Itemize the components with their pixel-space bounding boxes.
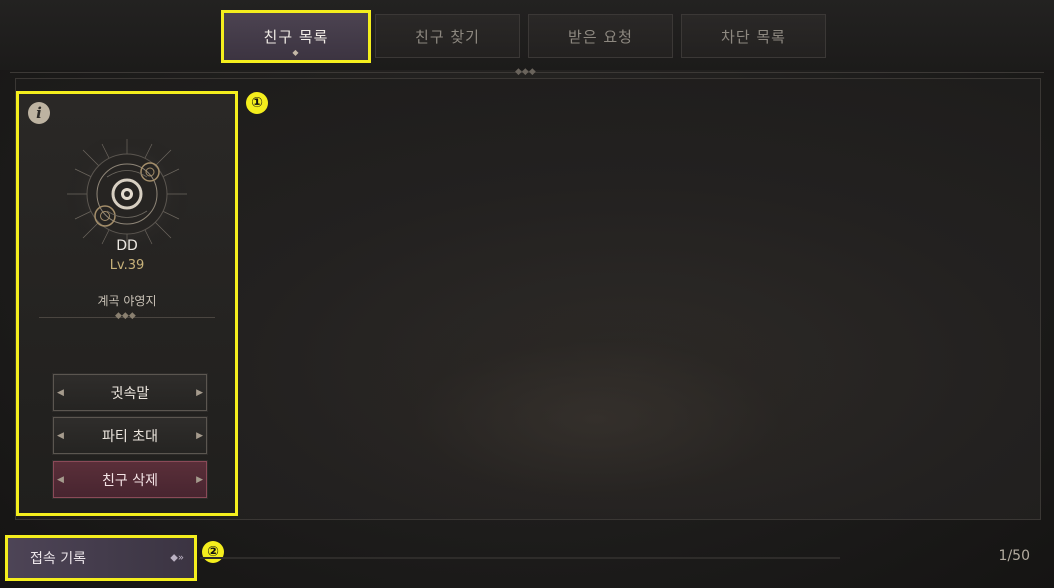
friends-screen: 친구 목록 ◆ 친구 찾기 받은 요청 차단 목록 ◆◆◆ i DD Lv.39… <box>0 0 1054 588</box>
tab-received-requests[interactable]: 받은 요청 <box>528 14 673 58</box>
info-icon[interactable]: i <box>28 102 50 124</box>
friend-level: Lv.39 <box>109 258 145 273</box>
friend-card[interactable]: i DD Lv.39 계곡 야영지 ◆◆◆ ◀ 귓속말 ▶ ◀ 파티 초대 ▶ … <box>16 91 238 516</box>
top-divider: ◆◆◆ <box>10 67 1044 77</box>
friend-location: 계곡 야영지 <box>97 294 157 308</box>
tab-block-list[interactable]: 차단 목록 <box>681 14 826 58</box>
corner-ornament-icon: ◀ <box>57 474 64 485</box>
diamond-ornament-icon: ◆ <box>292 48 300 57</box>
remove-friend-button[interactable]: ◀ 친구 삭제 ▶ <box>52 460 208 499</box>
tab-bar: 친구 목록 ◆ 친구 찾기 받은 요청 차단 목록 <box>0 0 1054 70</box>
login-history-button[interactable]: 접속 기록 ◆» <box>5 535 197 581</box>
tab-friend-list[interactable]: 친구 목록 ◆ <box>221 10 371 63</box>
background-scene <box>336 309 856 509</box>
login-history-label: 접속 기록 <box>30 551 86 567</box>
party-invite-button[interactable]: ◀ 파티 초대 ▶ <box>52 416 208 455</box>
whisper-button[interactable]: ◀ 귓속말 ▶ <box>52 373 208 412</box>
callout-badge-2: ② <box>202 541 224 563</box>
friend-name: DD <box>116 238 138 254</box>
friend-count: 1/50 <box>998 548 1030 564</box>
tab-label: 친구 목록 <box>263 28 329 46</box>
corner-ornament-icon: ▶ <box>196 474 203 485</box>
tab-label: 받은 요청 <box>568 27 633 46</box>
callout-badge-1: ① <box>246 92 268 114</box>
card-divider: ◆◆◆ <box>39 311 215 321</box>
corner-ornament-icon: ◀ <box>57 387 64 398</box>
tab-find-friend[interactable]: 친구 찾기 <box>375 14 520 58</box>
corner-ornament-icon: ▶ <box>196 387 203 398</box>
tab-label: 차단 목록 <box>721 27 786 46</box>
party-invite-label: 파티 초대 <box>102 428 158 445</box>
divider-ornament-icon: ◆◆◆ <box>515 67 536 77</box>
divider-ornament-icon: ◆◆◆ <box>115 311 136 321</box>
tab-label: 친구 찾기 <box>415 27 480 46</box>
corner-ornament-icon: ▶ <box>196 430 203 441</box>
corner-ornament-icon: ◀ <box>57 430 64 441</box>
scrollbar-track[interactable] <box>200 557 840 559</box>
whisper-label: 귓속말 <box>110 385 150 402</box>
double-chevron-right-icon: ◆» <box>170 552 184 564</box>
remove-friend-label: 친구 삭제 <box>102 472 158 489</box>
